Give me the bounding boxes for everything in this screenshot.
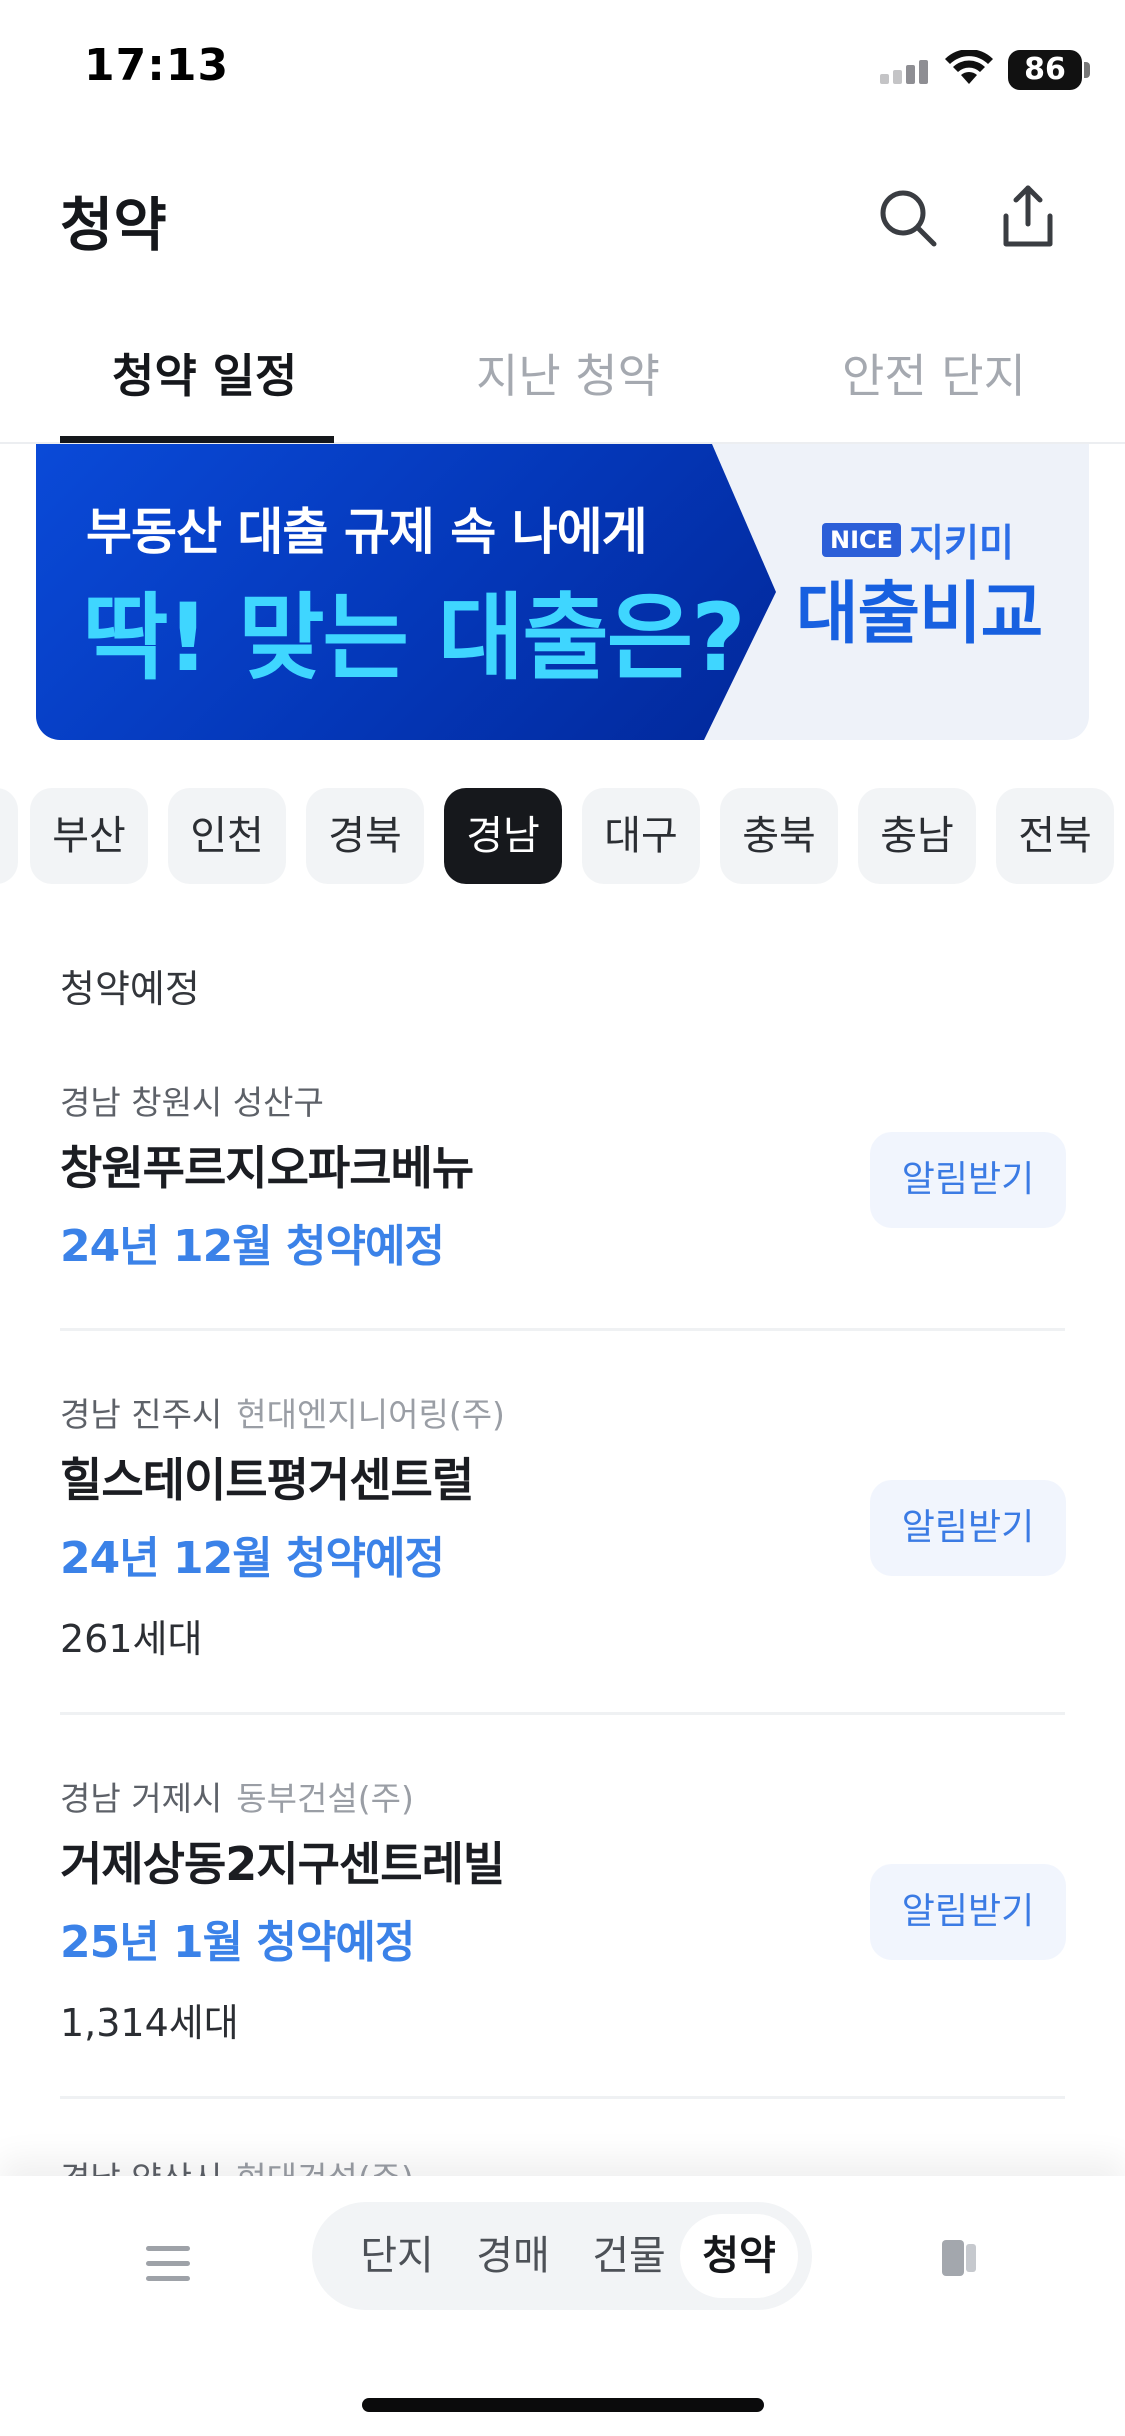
item-date: 24년 12월 청약예정 (60, 1221, 445, 1272)
loan-banner[interactable]: 부동산 대출 규제 속 나에게 딱! 맞는 대출은? NICE 지키미 대출비교 (36, 444, 1089, 740)
page: 17:13 86 청약 청약 일정 지난 청약 안전 단지 부동산 대출 규제 … (0, 0, 1125, 2436)
tab-safe-complex[interactable]: 안전 단지 (842, 340, 1026, 406)
wifi-icon (945, 50, 993, 84)
item-units: 261세대 (60, 1617, 203, 1661)
section-label: 청약예정 (60, 967, 200, 1011)
banner-headline: 부동산 대출 규제 속 나에게 (86, 503, 648, 561)
item-date: 24년 12월 청약예정 (60, 1533, 445, 1584)
divider (60, 2096, 1065, 2099)
home-indicator (362, 2398, 764, 2412)
mode-switcher: 단지 경매 건물 청약 (312, 2202, 812, 2310)
share-icon[interactable] (996, 182, 1060, 250)
active-tab-indicator (60, 436, 334, 443)
page-header: 청약 (0, 150, 1125, 280)
region-chip-gyeongnam[interactable]: 경남 (444, 788, 562, 884)
bottom-nav: 단지 경매 건물 청약 (0, 2176, 1125, 2436)
item-builder: 현대엔지니어링(주) (236, 1395, 505, 1434)
region-chip-daegu[interactable]: 대구 (582, 788, 700, 884)
tab-past[interactable]: 지난 청약 (476, 340, 660, 406)
banner-left-panel: 부동산 대출 규제 속 나에게 딱! 맞는 대출은? (36, 444, 776, 740)
nav-building[interactable]: 건물 (574, 2202, 684, 2310)
region-filter: 부산 인천 경북 경남 대구 충북 충남 전북 (0, 788, 1125, 884)
tab-bar: 청약 일정 지난 청약 안전 단지 (0, 320, 1125, 444)
divider (60, 1328, 1065, 1331)
region-chip-incheon[interactable]: 인천 (168, 788, 286, 884)
notify-button[interactable]: 알림받기 (870, 1132, 1066, 1228)
region-chip-gyeongbuk[interactable]: 경북 (306, 788, 424, 884)
banner-cta: 대출비교 (796, 575, 1043, 654)
notify-button[interactable]: 알림받기 (870, 1480, 1066, 1576)
divider (60, 1712, 1065, 1715)
banner-subheadline: 딱! 맞는 대출은? (82, 584, 746, 693)
item-location-text: 경남 진주시 (60, 1395, 223, 1434)
status-time: 17:13 (84, 40, 230, 91)
battery-indicator: 86 (1008, 50, 1082, 90)
menu-icon[interactable] (146, 2246, 190, 2282)
nav-auction[interactable]: 경매 (458, 2202, 568, 2310)
region-chip-chungnam[interactable]: 충남 (858, 788, 976, 884)
item-name: 힐스테이트평거센트럴 (60, 1453, 474, 1507)
cellular-signal-icon (880, 60, 928, 84)
search-icon[interactable] (876, 186, 940, 250)
region-chip-partial[interactable] (0, 788, 18, 884)
nav-danji[interactable]: 단지 (342, 2202, 452, 2310)
nav-cheongyak[interactable]: 청약 (680, 2214, 798, 2298)
item-location-text: 경남 거제시 (60, 1779, 223, 1818)
battery-cap (1084, 62, 1090, 78)
region-chip-jeonbuk[interactable]: 전북 (996, 788, 1114, 884)
region-chip-chungbuk[interactable]: 충북 (720, 788, 838, 884)
item-location: 경남 창원시 성산구 (60, 1076, 324, 1124)
item-date: 25년 1월 청약예정 (60, 1917, 415, 1968)
item-builder: 동부건설(주) (236, 1779, 414, 1818)
item-location: 경남 진주시 현대엔지니어링(주) (60, 1388, 505, 1436)
book-icon[interactable] (940, 2236, 980, 2280)
item-name: 거제상동2지구센트레빌 (60, 1837, 505, 1891)
notify-button[interactable]: 알림받기 (870, 1864, 1066, 1960)
page-title: 청약 (60, 191, 167, 259)
item-units: 1,314세대 (60, 2001, 239, 2045)
status-bar: 17:13 86 (0, 0, 1125, 140)
item-name: 창원푸르지오파크베뉴 (60, 1141, 474, 1195)
nice-logo: NICE (822, 522, 902, 557)
tab-schedule[interactable]: 청약 일정 (112, 340, 297, 406)
item-location-text: 경남 창원시 성산구 (60, 1083, 324, 1122)
item-location: 경남 거제시 동부건설(주) (60, 1772, 414, 1820)
region-chip-busan[interactable]: 부산 (30, 788, 148, 884)
